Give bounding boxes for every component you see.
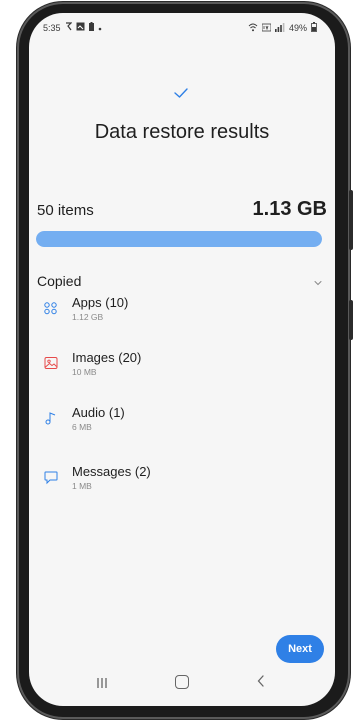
item-name: Audio (1): [72, 405, 125, 420]
progress-fill: [36, 231, 322, 247]
list-item-images[interactable]: Images (20) 10 MB: [37, 350, 297, 386]
music-note-icon: [43, 410, 59, 426]
apps-icon: [43, 300, 59, 316]
battery-icon: [311, 22, 317, 34]
screen: 5:35 49% Data restore results 50 items 1…: [29, 13, 335, 706]
chevron-down-icon[interactable]: [313, 275, 323, 286]
item-name: Images (20): [72, 350, 142, 365]
battery-saver-icon: [88, 22, 94, 33]
signal-icon: [274, 22, 285, 34]
restore-progress-bar: [36, 231, 322, 247]
list-item-audio[interactable]: Audio (1) 6 MB: [37, 405, 297, 441]
navigation-bar: [29, 662, 335, 706]
power-button: [349, 300, 353, 340]
status-time: 5:35: [43, 22, 61, 33]
section-title: Copied: [37, 273, 82, 289]
page-title: Data restore results: [94, 121, 270, 143]
item-size: 6 MB: [72, 422, 92, 432]
wifi-icon: [248, 23, 258, 34]
items-count: 50 items: [37, 202, 94, 219]
battery-percent: 49%: [288, 23, 307, 33]
next-button[interactable]: Next: [276, 635, 324, 663]
volume-button: [349, 190, 353, 250]
item-size: 1.12 GB: [72, 312, 104, 322]
item-name: Apps (10): [72, 295, 129, 310]
message-icon: [43, 469, 59, 485]
status-bar: 5:35 49%: [29, 13, 335, 43]
list-item-apps[interactable]: Apps (10) 1.12 GB: [37, 295, 297, 331]
dot-icon: [98, 23, 102, 33]
back-icon[interactable]: [256, 674, 266, 688]
list-item-messages[interactable]: Messages (2) 1 MB: [37, 464, 297, 500]
gallery-icon: [76, 22, 85, 33]
total-size: 1.13 GB: [252, 198, 327, 220]
checkmark-icon: [173, 85, 189, 101]
volte-icon: [261, 23, 272, 34]
item-name: Messages (2): [72, 464, 151, 479]
notification-icon: [65, 22, 72, 33]
image-icon: [43, 355, 59, 371]
recents-icon[interactable]: [95, 676, 109, 688]
item-size: 1 MB: [72, 481, 92, 491]
home-icon[interactable]: [175, 675, 189, 689]
item-size: 10 MB: [72, 367, 97, 377]
